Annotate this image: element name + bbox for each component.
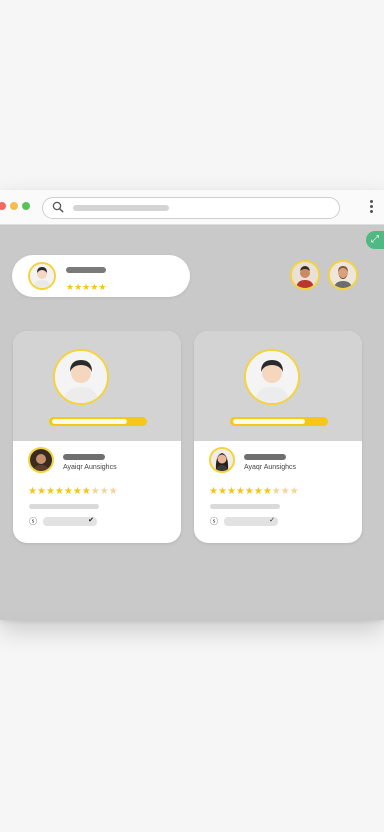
star-icon: ★ (226, 486, 236, 497)
minimize-window-button[interactable] (10, 202, 18, 210)
search-icon (52, 201, 64, 213)
progress-fill (52, 419, 127, 424)
tag-icon: ⓢ (29, 517, 37, 526)
author-handle: Ayaqr Aunsighcs (244, 464, 297, 471)
card-avatar-icon (244, 349, 300, 405)
star-icon: ★ (74, 282, 83, 292)
check-icon: ✓ (269, 517, 275, 524)
star-icon: ★ (45, 486, 55, 497)
star-icon: ★ (36, 486, 46, 497)
star-icon: ★ (108, 486, 118, 497)
star-icon: ★ (280, 486, 290, 497)
star-icon: ★ (90, 486, 100, 497)
star-icon: ★ (72, 486, 82, 497)
star-icon: ★ (66, 282, 75, 292)
card-rating-stars: ★★★★★★★★★★ (28, 481, 118, 499)
user-avatar-icon (28, 262, 56, 290)
address-bar[interactable] (42, 197, 340, 219)
avatar-man-beard[interactable] (328, 260, 358, 290)
author-name-bar (244, 454, 286, 460)
profile-name-bar (66, 267, 106, 273)
star-icon: ★ (262, 486, 272, 497)
author-name-bar (63, 454, 105, 460)
star-icon: ★ (209, 486, 218, 497)
close-window-button[interactable] (0, 202, 6, 210)
star-icon: ★ (63, 486, 73, 497)
profile-summary-pill[interactable]: ★★★★★ (12, 255, 190, 297)
progress-bar (230, 417, 328, 426)
expand-badge[interactable]: ⤢ (366, 231, 384, 249)
browser-window: ⤢ ★★★★★ Ayaiqr Aunsighcs ★★★★★★★★★★ ⓢ ✔ … (0, 190, 384, 620)
star-icon: ★ (217, 486, 227, 497)
star-icon: ★ (99, 486, 109, 497)
star-icon: ★ (98, 282, 107, 292)
star-icon: ★ (271, 486, 281, 497)
profile-card-2[interactable]: Ayaqr Aunsighcs ★★★★★★★★★★ ⓢ ✓ (194, 331, 362, 543)
progress-fill (233, 419, 305, 424)
author-avatar-icon[interactable] (28, 447, 54, 473)
star-icon: ★ (289, 486, 299, 497)
star-icon: ★ (235, 486, 245, 497)
star-icon: ★ (28, 486, 37, 497)
tag-icon: ⓢ (210, 517, 218, 526)
browser-toolbar (0, 190, 384, 225)
meta-bar (210, 504, 280, 509)
page-content: ⤢ ★★★★★ Ayaiqr Aunsighcs ★★★★★★★★★★ ⓢ ✔ … (0, 225, 384, 613)
rating-stars: ★★★★★ (66, 277, 106, 295)
progress-bar (49, 417, 147, 426)
check-icon: ✔ (88, 517, 94, 524)
tag-chip[interactable]: ✓ (224, 517, 278, 526)
card-avatar-icon (53, 349, 109, 405)
kebab-menu-icon[interactable] (370, 200, 374, 214)
tag-chip[interactable]: ✔ (43, 517, 97, 526)
author-handle: Ayaiqr Aunsighcs (63, 464, 117, 471)
star-icon: ★ (81, 486, 91, 497)
star-icon: ★ (244, 486, 254, 497)
maximize-window-button[interactable] (22, 202, 30, 210)
profile-card-1[interactable]: Ayaiqr Aunsighcs ★★★★★★★★★★ ⓢ ✔ (13, 331, 181, 543)
meta-bar (29, 504, 99, 509)
star-icon: ★ (253, 486, 263, 497)
avatar-man-red-shirt[interactable] (290, 260, 320, 290)
url-placeholder (73, 205, 169, 211)
star-icon: ★ (54, 486, 64, 497)
author-avatar-icon[interactable] (209, 447, 235, 473)
card-rating-stars: ★★★★★★★★★★ (209, 481, 299, 499)
